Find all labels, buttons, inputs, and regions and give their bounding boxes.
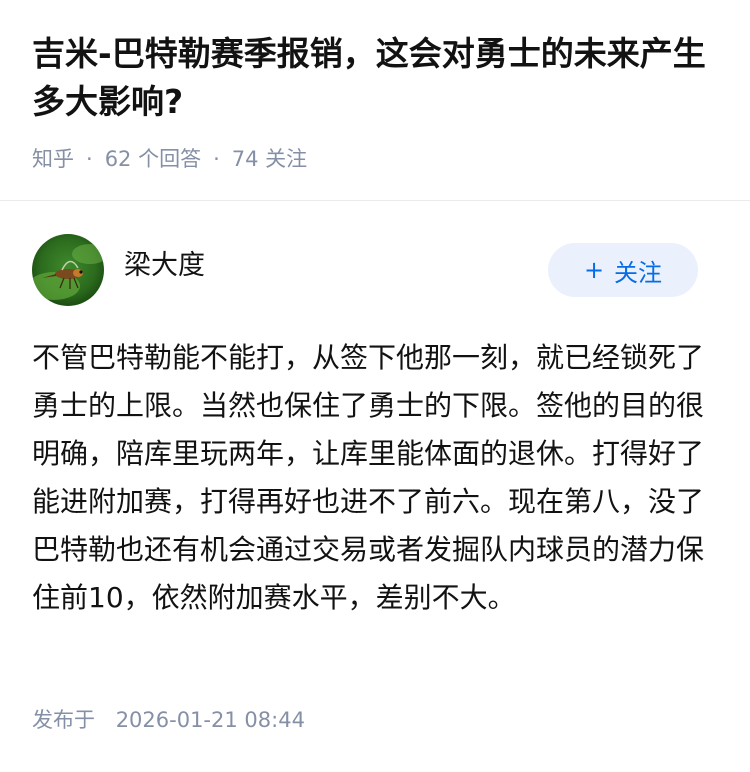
author-name[interactable]: 梁大度 xyxy=(124,248,205,284)
question-header: 吉米-巴特勒赛季报销，这会对勇士的未来产生多大影响? 知乎 · 62 个回答 ·… xyxy=(0,0,750,174)
publish-label: 发布于 xyxy=(32,708,95,732)
separator-dot: · xyxy=(86,147,93,171)
question-meta: 知乎 · 62 个回答 · 74 关注 xyxy=(32,144,718,174)
answer-page: 吉米-巴特勒赛季报销，这会对勇士的未来产生多大影响? 知乎 · 62 个回答 ·… xyxy=(0,0,750,772)
plus-icon: + xyxy=(583,256,605,284)
avatar-image-icon xyxy=(32,234,104,306)
author-row: 梁大度 + 关注 xyxy=(32,234,698,306)
avatar[interactable] xyxy=(32,234,104,306)
divider xyxy=(0,200,750,201)
follow-button[interactable]: + 关注 xyxy=(548,243,698,297)
followers-count[interactable]: 74 关注 xyxy=(232,144,307,174)
publish-info: 发布于 2026-01-21 08:44 xyxy=(32,705,305,735)
publish-time: 2026-01-21 08:44 xyxy=(115,708,305,732)
answers-count[interactable]: 62 个回答 xyxy=(105,144,201,174)
question-title[interactable]: 吉米-巴特勒赛季报销，这会对勇士的未来产生多大影响? xyxy=(32,30,722,126)
source-label[interactable]: 知乎 xyxy=(32,144,74,174)
separator-dot: · xyxy=(213,147,220,171)
answer-content: 不管巴特勒能不能打，从签下他那一刻，就已经锁死了勇士的上限。当然也保住了勇士的下… xyxy=(32,341,705,614)
follow-label: 关注 xyxy=(614,258,663,287)
